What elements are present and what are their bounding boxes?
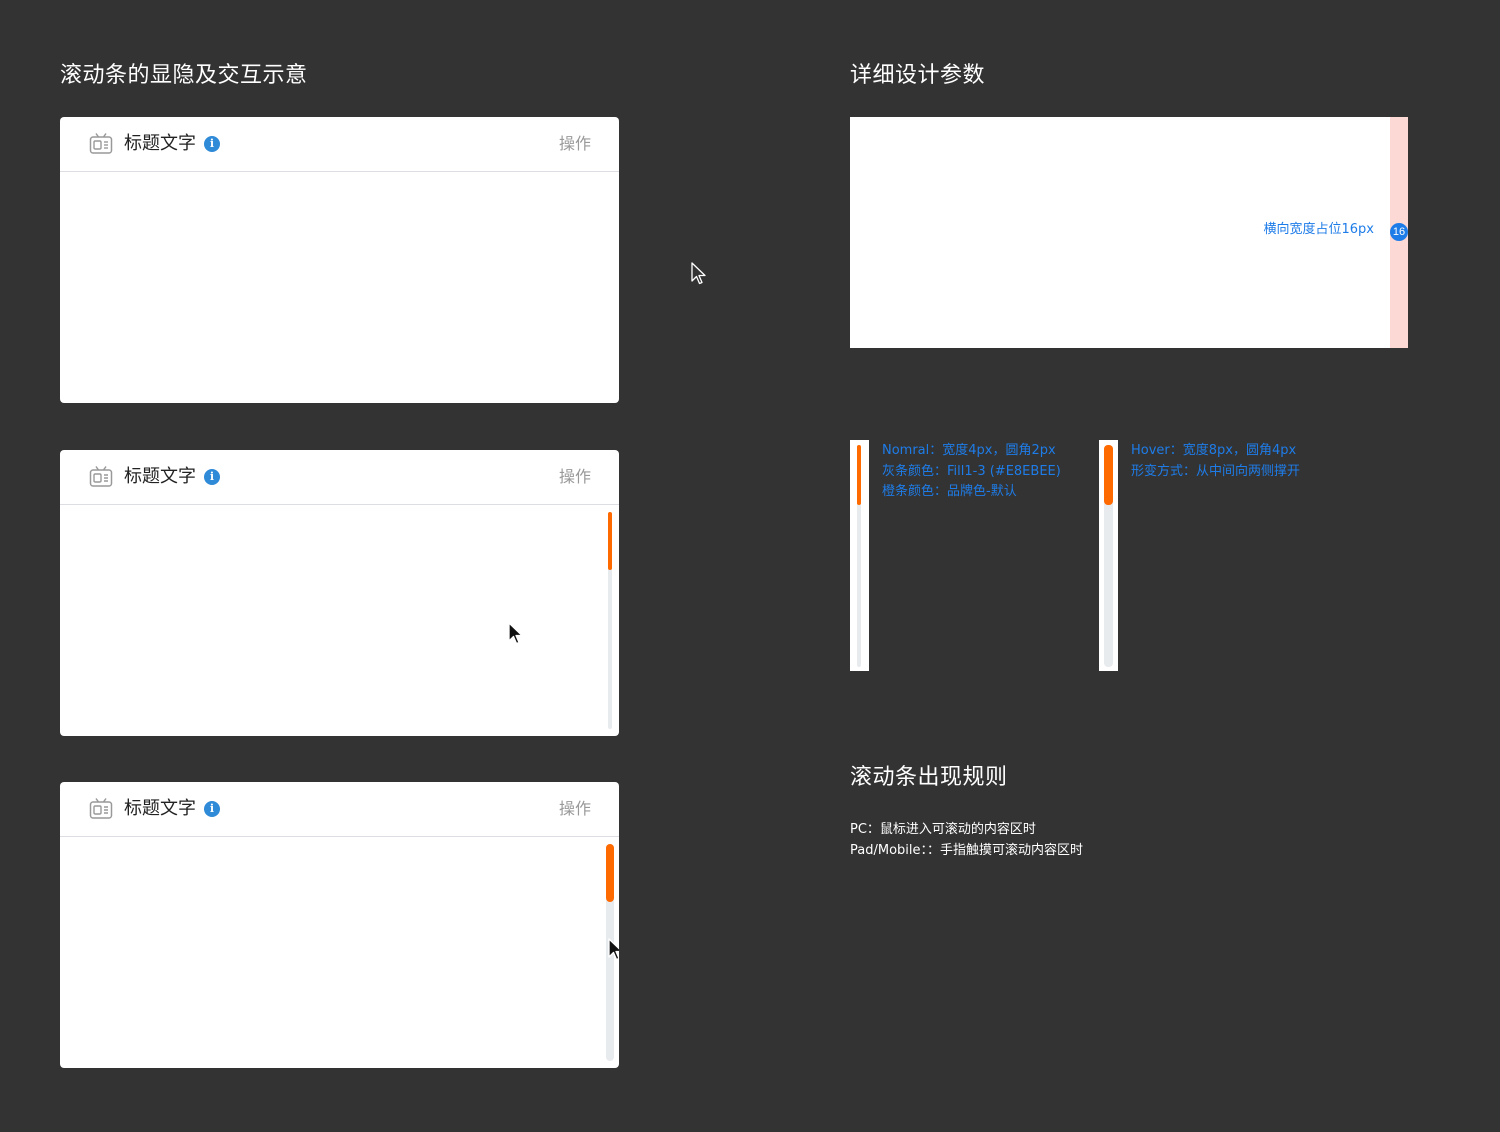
card-title: 标题文字: [124, 466, 196, 487]
cursor-arrow-icon: [508, 622, 523, 645]
tv-icon: [89, 798, 113, 819]
card-normal-scrollbar: 标题文字 i 操作: [60, 450, 619, 736]
cursor-arrow-icon: [608, 938, 619, 961]
card-title: 标题文字: [124, 798, 196, 819]
normal-note-line: Nomral：宽度4px，圆角2px: [882, 443, 1056, 458]
normal-scrollbar-demo: [850, 440, 869, 671]
tv-icon: [89, 466, 113, 487]
rule-pc: PC：鼠标进入可滚动的内容区时: [850, 822, 1036, 837]
hover-note-line: Hover：宽度8px，圆角4px: [1131, 443, 1297, 458]
info-icon[interactable]: i: [204, 469, 220, 485]
normal-thumb: [857, 445, 861, 505]
card-action-link[interactable]: 操作: [559, 466, 591, 488]
scrollbar-track[interactable]: [608, 512, 612, 729]
rules-section-title: 滚动条出现规则: [850, 765, 1008, 790]
tv-icon: [89, 133, 113, 154]
card-action-link[interactable]: 操作: [559, 133, 591, 155]
normal-note-line: 橙条颜色：品牌色-默认: [882, 484, 1017, 499]
width-badge: 16: [1390, 223, 1408, 241]
hover-note-line: 形变方式：从中间向两侧撑开: [1131, 463, 1301, 479]
width-annotation: 横向宽度占位16px: [1263, 222, 1375, 237]
scrollbar-thumb-hover[interactable]: [606, 844, 614, 902]
scrollbar-thumb[interactable]: [608, 512, 612, 570]
card-header: 标题文字 i 操作: [60, 117, 619, 172]
hover-thumb: [1104, 445, 1113, 505]
left-section-title: 滚动条的显隐及交互示意: [60, 63, 308, 88]
card-action-link[interactable]: 操作: [559, 798, 591, 820]
info-icon[interactable]: i: [204, 136, 220, 152]
hover-scrollbar-demo: [1099, 440, 1118, 671]
card-header: 标题文字 i 操作: [60, 782, 619, 837]
card-no-scrollbar: 标题文字 i 操作: [60, 117, 619, 403]
hover-track: [1104, 445, 1113, 667]
normal-track: [857, 445, 861, 667]
rule-pad-mobile: Pad/Mobile：：手指触摸可滚动内容区时: [850, 843, 1083, 858]
normal-spec-note: Nomral：宽度4px，圆角2px 灰条颜色：Fill1-3 (#E8EBEE…: [882, 441, 1061, 503]
card-hover-scrollbar: 标题文字 i 操作: [60, 782, 619, 1068]
hover-spec-note: Hover：宽度8px，圆角4px 形变方式：从中间向两侧撑开: [1131, 441, 1300, 482]
info-icon[interactable]: i: [204, 801, 220, 817]
spec-width-diagram: 横向宽度占位16px 16: [850, 117, 1408, 348]
normal-note-line: 灰条颜色：Fill1-3 (#E8EBEE): [882, 463, 1061, 479]
cursor-outline-icon: [691, 262, 706, 285]
spec-section-title: 详细设计参数: [850, 63, 986, 88]
card-title: 标题文字: [124, 133, 196, 154]
card-header: 标题文字 i 操作: [60, 450, 619, 505]
